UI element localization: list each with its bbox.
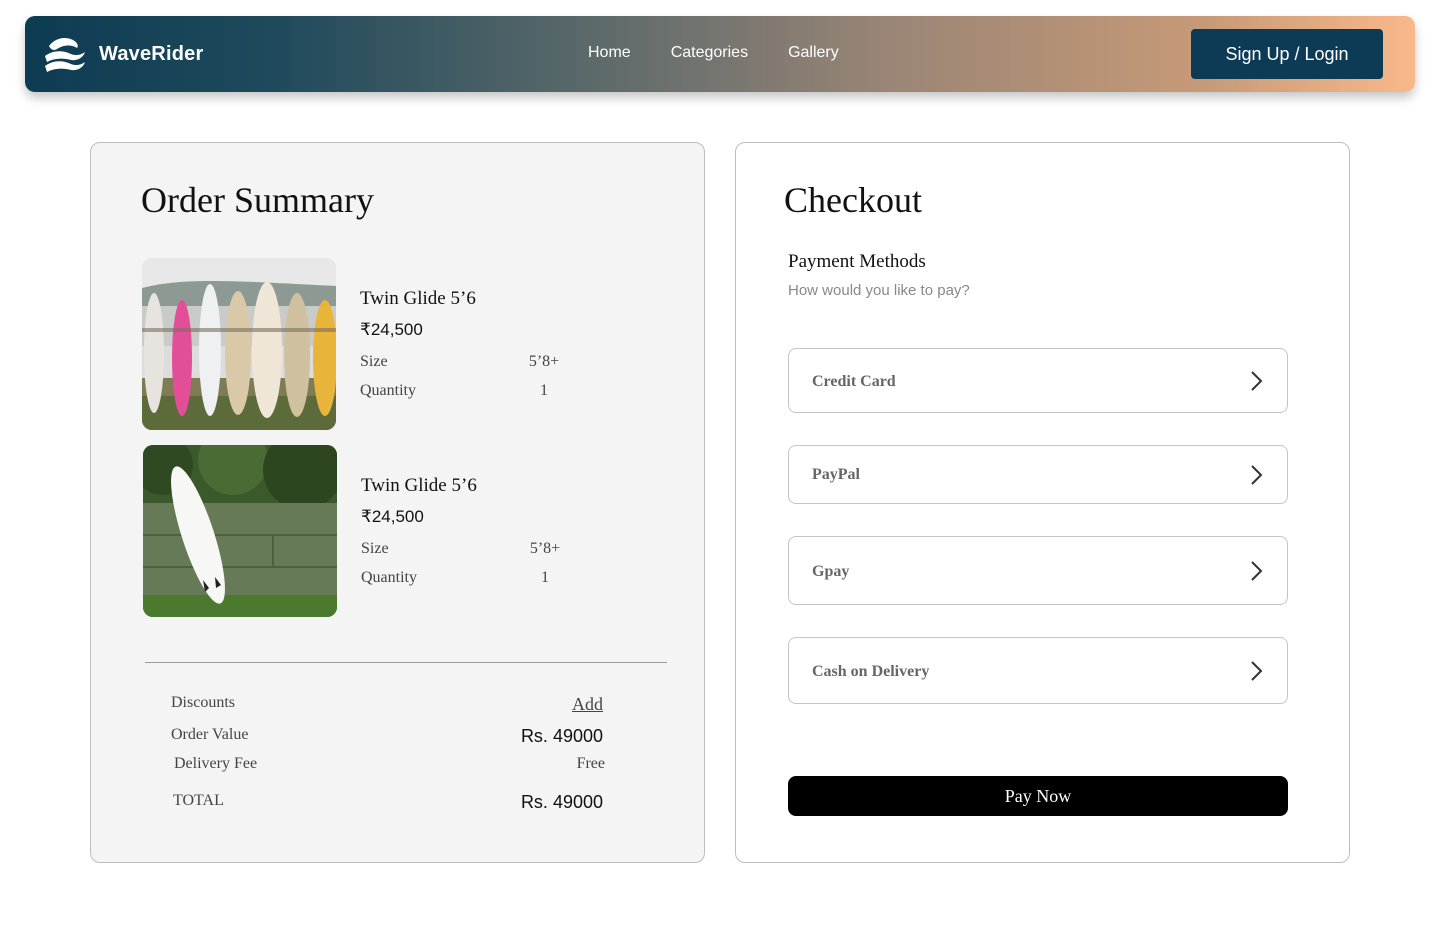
chevron-right-icon [1251,661,1263,681]
item-size-row: Size 5’8+ [361,540,560,558]
item-qty-label: Quantity [360,382,416,399]
nav-gallery[interactable]: Gallery [788,44,839,62]
payment-option-label: Cash on Delivery [812,663,930,680]
signup-login-button[interactable]: Sign Up / Login [1191,29,1383,79]
discounts-label: Discounts [171,694,235,711]
item-qty-row: Quantity 1 [361,569,549,587]
top-navbar: WaveRider Home Categories Gallery Sign U… [25,16,1415,92]
payment-option-cash-on-delivery[interactable]: Cash on Delivery [788,637,1288,704]
order-summary-card: Order Summary Twin Glide 5’6 ₹24,500 Siz… [90,142,705,863]
item-size-label: Size [360,353,388,370]
item-qty-value: 1 [541,569,549,586]
surfboard-wall-photo [143,445,337,617]
payment-option-credit-card[interactable]: Credit Card [788,348,1288,413]
item-qty-value: 1 [540,382,548,399]
add-discount-link[interactable]: Add [572,694,603,715]
checkout-card: Checkout Payment Methods How would you l… [735,142,1350,863]
payment-option-label: PayPal [812,466,860,483]
surfboards-photo [142,258,336,430]
item-size-value: 5’8+ [529,540,561,557]
brand-name: WaveRider [99,42,204,65]
payment-methods-subtitle: How would you like to pay? [788,282,970,299]
item-qty-label: Quantity [361,569,417,586]
item-price: ₹24,500 [360,320,423,339]
nav-categories[interactable]: Categories [671,44,748,62]
order-item: Twin Glide 5’6 ₹24,500 Size 5’8+ Quantit… [142,258,662,430]
chevron-right-icon [1251,561,1263,581]
delivery-fee-label: Delivery Fee [174,755,258,772]
nav-links: Home Categories Gallery [588,44,879,62]
item-size-value: 5’8+ [528,353,560,370]
brand-logo[interactable]: WaveRider [43,32,203,76]
item-qty-row: Quantity 1 [360,382,548,400]
summary-divider [145,662,667,663]
order-summary-title: Order Summary [141,180,374,220]
chevron-right-icon [1251,465,1263,485]
payment-option-label: Credit Card [812,373,896,390]
wave-logo-icon [45,38,85,72]
delivery-fee-value: Free [576,755,605,772]
checkout-title: Checkout [784,180,922,220]
item-size-label: Size [361,540,389,557]
payment-option-paypal[interactable]: PayPal [788,445,1288,504]
total-value: Rs. 49000 [520,792,603,812]
chevron-right-icon [1251,371,1263,391]
order-value-label: Order Value [171,726,249,743]
order-value: Rs. 49000 [520,726,603,746]
nav-home[interactable]: Home [588,44,631,62]
item-size-row: Size 5’8+ [360,353,559,371]
item-name: Twin Glide 5’6 [361,475,477,496]
payment-methods-title: Payment Methods [788,251,926,272]
order-item: Twin Glide 5’6 ₹24,500 Size 5’8+ Quantit… [143,445,663,617]
item-price: ₹24,500 [361,507,424,526]
payment-option-gpay[interactable]: Gpay [788,536,1288,605]
total-label: TOTAL [173,792,224,809]
pay-now-button[interactable]: Pay Now [788,776,1288,816]
payment-option-label: Gpay [812,563,850,580]
item-name: Twin Glide 5’6 [360,288,476,309]
